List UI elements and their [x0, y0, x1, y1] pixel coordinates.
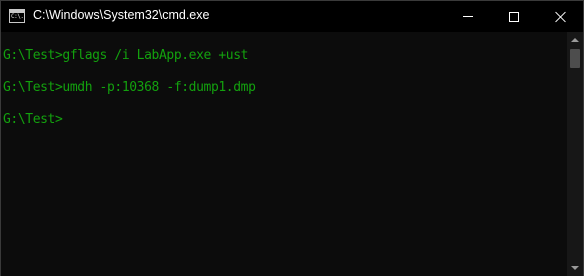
console-prompt-line[interactable]: G:\Test> — [3, 112, 63, 128]
scroll-down-button[interactable] — [567, 260, 583, 276]
close-button[interactable] — [537, 1, 583, 32]
console-line: G:\Test>gflags /i LabApp.exe +ust — [3, 48, 249, 63]
minimize-icon — [463, 16, 473, 17]
app-icon-label: C:\. — [11, 13, 24, 20]
maximize-icon — [509, 11, 519, 22]
chevron-up-icon — [571, 38, 579, 42]
console-line: G:\Test>umdh -p:10368 -f:dump1.dmp — [3, 80, 256, 95]
cmd-window: C:\. C:\Windows\System32\cmd.exe G:\Test… — [0, 0, 584, 276]
scroll-up-button[interactable] — [567, 32, 583, 48]
cmd-app-icon[interactable]: C:\. — [9, 9, 25, 23]
title-bar[interactable]: C:\. C:\Windows\System32\cmd.exe — [1, 1, 583, 32]
window-title: C:\Windows\System32\cmd.exe — [33, 8, 210, 22]
chevron-down-icon — [571, 266, 579, 270]
scrollbar-thumb[interactable] — [570, 49, 580, 68]
maximize-button[interactable] — [491, 1, 537, 32]
console-output[interactable]: G:\Test>gflags /i LabApp.exe +ust G:\Tes… — [1, 32, 567, 276]
minimize-button[interactable] — [445, 1, 491, 32]
vertical-scrollbar[interactable] — [567, 32, 583, 276]
close-icon — [554, 11, 566, 23]
